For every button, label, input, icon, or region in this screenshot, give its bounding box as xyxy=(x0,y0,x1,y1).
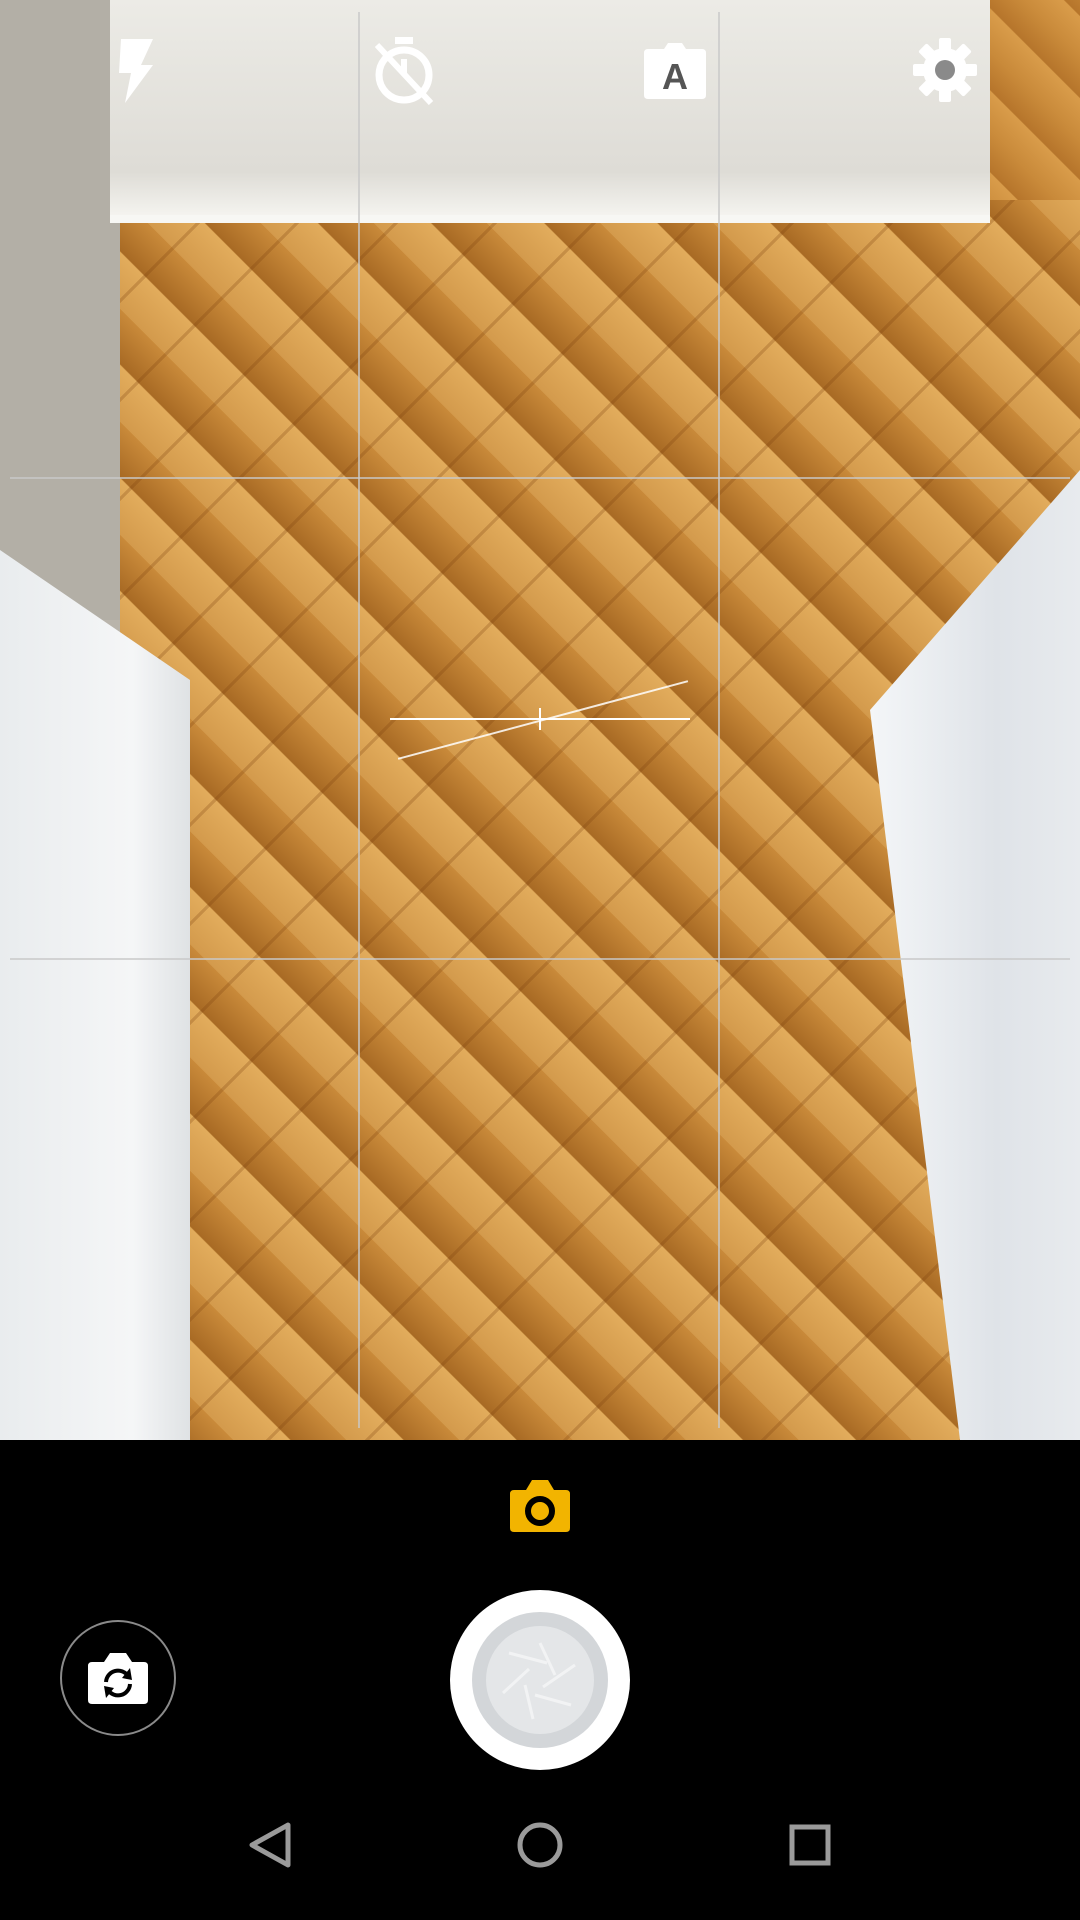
back-wall xyxy=(110,0,990,223)
camera-icon xyxy=(510,1480,570,1532)
auto-mode-button[interactable]: A xyxy=(635,30,715,110)
grid-line-horizontal-1 xyxy=(10,477,1070,479)
back-triangle-icon xyxy=(249,1822,291,1868)
recents-square-icon xyxy=(789,1824,831,1866)
grid-line-horizontal-2 xyxy=(10,958,1070,960)
home-circle-icon xyxy=(517,1822,563,1868)
grid-line-vertical-2 xyxy=(718,12,720,1428)
settings-button[interactable] xyxy=(905,30,985,110)
photo-mode-button[interactable] xyxy=(508,1478,572,1534)
shutter-button[interactable] xyxy=(450,1590,630,1770)
camera-viewfinder[interactable] xyxy=(0,0,1080,1440)
switch-camera-button[interactable] xyxy=(60,1620,176,1736)
grid-line-vertical-1 xyxy=(358,12,360,1428)
nav-back-button[interactable] xyxy=(240,1815,300,1875)
svg-text:A: A xyxy=(662,56,688,97)
flash-icon xyxy=(119,39,153,103)
timer-off-icon xyxy=(374,37,434,105)
timer-button[interactable] xyxy=(364,30,444,110)
auto-mode-icon: A xyxy=(644,43,706,99)
shutter-ring xyxy=(472,1612,608,1748)
shutter-aperture-icon xyxy=(501,1642,576,1720)
switch-camera-icon xyxy=(88,1653,148,1704)
gear-icon xyxy=(913,38,977,102)
flash-button[interactable] xyxy=(95,30,175,110)
left-door xyxy=(0,550,190,1440)
shutter-core xyxy=(486,1626,594,1734)
nav-home-button[interactable] xyxy=(510,1815,570,1875)
nav-recents-button[interactable] xyxy=(780,1815,840,1875)
